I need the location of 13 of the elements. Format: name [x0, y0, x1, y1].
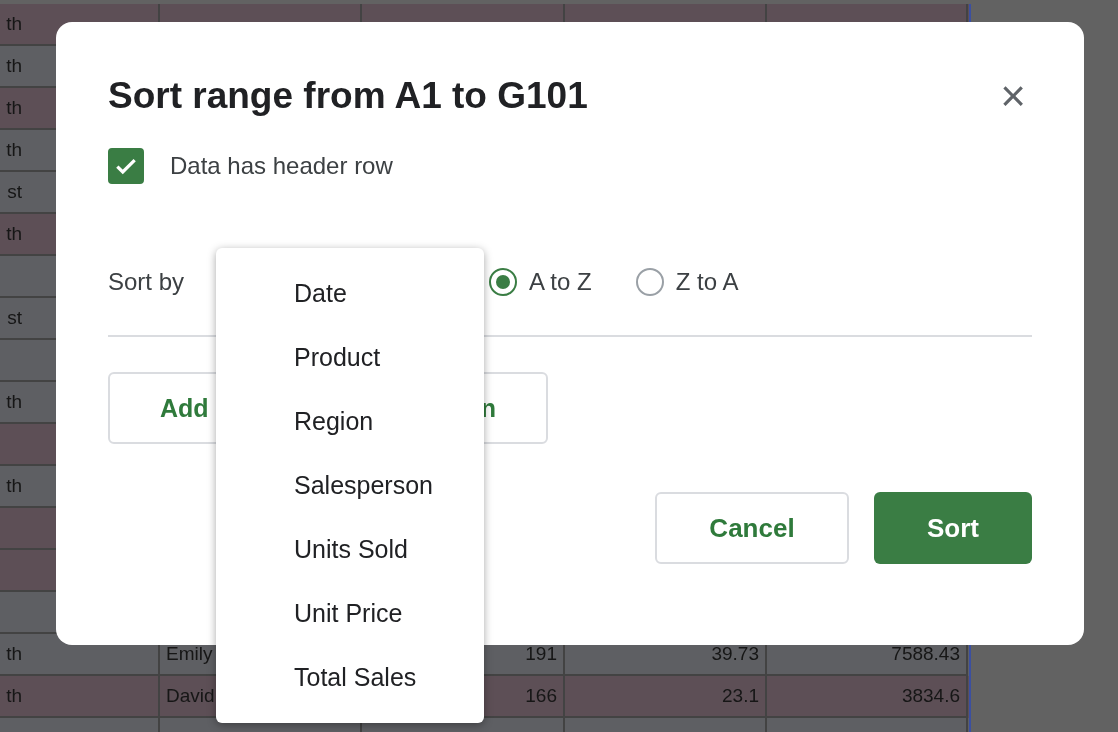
cancel-button[interactable]: Cancel — [655, 492, 849, 564]
menu-item[interactable]: Salesperson — [216, 453, 484, 517]
menu-item[interactable]: Region — [216, 389, 484, 453]
close-button[interactable]: × — [990, 74, 1036, 118]
menu-item[interactable]: Units Sold — [216, 517, 484, 581]
checkbox[interactable] — [108, 148, 144, 184]
radio-option[interactable]: A to Z — [489, 268, 592, 296]
sort-by-label: Sort by — [108, 268, 185, 295]
menu-item[interactable]: Product — [216, 325, 484, 389]
checkbox-label: Data has header row — [170, 152, 393, 180]
sort-button[interactable]: Sort — [874, 492, 1032, 564]
menu-item[interactable]: Date — [216, 261, 484, 325]
radio-option[interactable]: Z to A — [635, 268, 739, 296]
